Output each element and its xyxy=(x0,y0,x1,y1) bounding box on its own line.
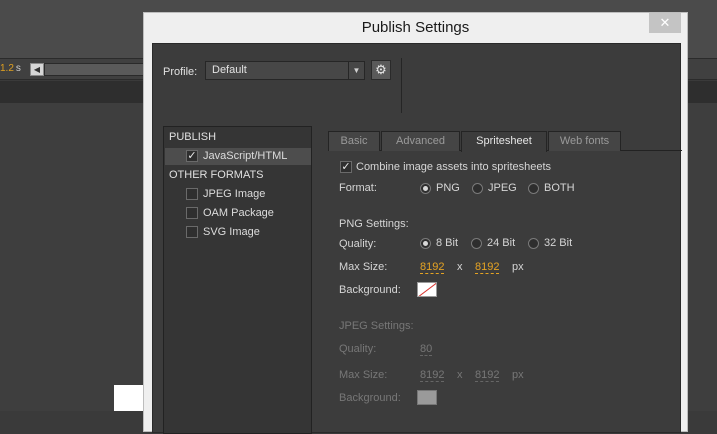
dialog-body: Profile: Default ▼ ⚙ PUBLISH ✓ JavaScrip… xyxy=(152,43,682,434)
format-label: Format: xyxy=(339,182,377,194)
list-item-label: JavaScript/HTML xyxy=(203,150,288,162)
combine-spritesheets-label: Combine image assets into spritesheets xyxy=(356,161,552,173)
tab-spritesheet[interactable]: Spritesheet xyxy=(461,131,547,152)
png-max-width-field[interactable]: 8192 xyxy=(420,261,445,274)
tab-web-fonts[interactable]: Web fonts xyxy=(548,131,621,151)
jpeg-size-times: x xyxy=(457,369,463,381)
jpeg-settings-header: JPEG Settings: xyxy=(339,320,414,332)
jpeg-background-label: Background: xyxy=(339,392,401,404)
javascript-html-checkbox[interactable]: ✓ xyxy=(186,150,198,162)
quality-24bit-label: 24 Bit xyxy=(487,237,516,249)
png-background-label: Background: xyxy=(339,284,401,296)
divider xyxy=(401,58,402,113)
list-item-jpeg-image[interactable]: JPEG Image xyxy=(165,186,311,203)
time-unit: s xyxy=(15,63,21,74)
jpeg-max-size-label: Max Size: xyxy=(339,369,388,381)
jpeg-max-height-field: 8192 xyxy=(475,369,500,382)
oam-package-checkbox[interactable] xyxy=(186,207,198,219)
publish-header: PUBLISH xyxy=(169,131,217,143)
no-color-icon xyxy=(418,283,436,296)
list-item-label: JPEG Image xyxy=(203,188,266,200)
format-png-radio[interactable] xyxy=(420,183,431,194)
list-item-label: OAM Package xyxy=(203,207,274,219)
profile-select[interactable]: Default ▼ xyxy=(205,61,365,80)
format-both-radio[interactable] xyxy=(528,183,539,194)
list-item-oam-package[interactable]: OAM Package xyxy=(165,205,311,222)
format-both-label: BOTH xyxy=(544,182,575,194)
quality-24bit-radio[interactable] xyxy=(471,238,482,249)
jpeg-size-unit: px xyxy=(512,369,524,381)
time-value: 1.2 xyxy=(0,63,14,74)
png-max-size-label: Max Size: xyxy=(339,261,388,273)
profile-label: Profile: xyxy=(163,66,198,78)
quality-32bit-radio[interactable] xyxy=(528,238,539,249)
list-item-javascript-html[interactable]: ✓ JavaScript/HTML xyxy=(165,148,311,165)
png-size-times: x xyxy=(457,261,463,273)
png-quality-label: Quality: xyxy=(339,238,377,250)
jpeg-quality-label: Quality: xyxy=(339,343,377,355)
tab-advanced[interactable]: Advanced xyxy=(381,131,460,151)
time-readout: 1.2 s xyxy=(0,63,21,74)
close-button[interactable]: ✕ xyxy=(649,13,681,33)
list-item-label: SVG Image xyxy=(203,226,260,238)
png-settings-header: PNG Settings: xyxy=(339,218,409,230)
quality-32bit-label: 32 Bit xyxy=(544,237,573,249)
scroll-left-icon[interactable]: ◀ xyxy=(30,63,44,76)
list-item-svg-image[interactable]: SVG Image xyxy=(165,224,311,241)
publish-targets-list: PUBLISH ✓ JavaScript/HTML OTHER FORMATS … xyxy=(163,126,312,434)
publish-settings-dialog: Publish Settings ✕ Profile: Default ▼ ⚙ … xyxy=(143,12,688,434)
format-jpeg-radio[interactable] xyxy=(472,183,483,194)
jpeg-max-width-field: 8192 xyxy=(420,369,445,382)
timeline-scrollbar[interactable] xyxy=(44,63,144,76)
jpeg-background-color-swatch xyxy=(417,390,437,405)
png-max-height-field[interactable]: 8192 xyxy=(475,261,500,274)
png-size-unit: px xyxy=(512,261,524,273)
quality-8bit-label: 8 Bit xyxy=(436,237,459,249)
combine-spritesheets-checkbox[interactable]: ✓ xyxy=(340,161,352,173)
quality-8bit-radio[interactable] xyxy=(420,238,431,249)
format-png-label: PNG xyxy=(436,182,460,194)
svg-image-checkbox[interactable] xyxy=(186,226,198,238)
profile-options-button[interactable]: ⚙ xyxy=(371,60,391,80)
jpeg-image-checkbox[interactable] xyxy=(186,188,198,200)
dialog-title: Publish Settings xyxy=(361,19,470,36)
png-background-color-swatch[interactable] xyxy=(417,282,437,297)
profile-value: Default xyxy=(212,64,247,76)
tab-basic[interactable]: Basic xyxy=(328,131,380,151)
format-jpeg-label: JPEG xyxy=(488,182,517,194)
other-formats-header: OTHER FORMATS xyxy=(169,169,264,181)
gear-icon: ⚙ xyxy=(375,62,387,77)
chevron-down-icon: ▼ xyxy=(348,62,364,79)
jpeg-quality-field: 80 xyxy=(420,343,433,356)
